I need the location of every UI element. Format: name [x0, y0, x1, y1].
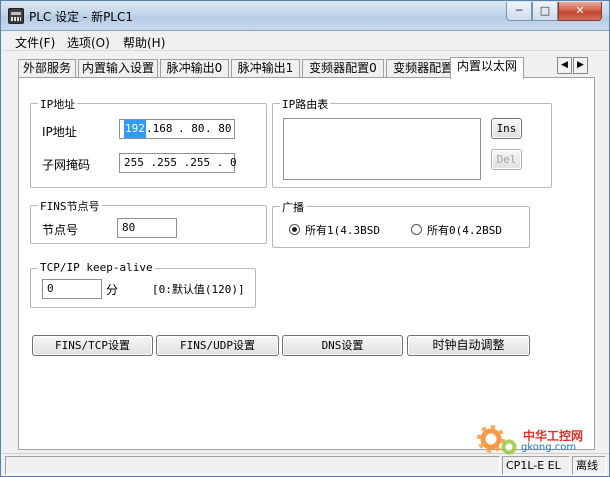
ip-route-list[interactable] [283, 118, 481, 180]
ip-address-field[interactable]: 192 .168 . 80 . 80 [119, 119, 235, 139]
route-delete-button[interactable]: Del [491, 149, 522, 170]
broadcast-all1-radio[interactable] [289, 224, 300, 235]
keepalive-hint: [0:默认值(120)] [152, 283, 245, 296]
menu-options[interactable]: 选项(O) [67, 34, 110, 51]
maximize-button[interactable]: □ [532, 2, 558, 21]
broadcast-all0-label[interactable]: 所有0(4.2BSD [427, 222, 502, 238]
ip-octet-3[interactable]: . 80 [178, 120, 205, 138]
ip-octet-4[interactable]: . 80 [205, 120, 232, 138]
tab-scroll-right-icon[interactable]: ▶ [573, 57, 588, 74]
watermark-domain: gkong.com [521, 442, 577, 453]
tab-scroll-left-icon[interactable]: ◀ [557, 57, 572, 74]
close-button[interactable]: ✕ [558, 2, 602, 21]
dns-settings-button[interactable]: DNS设置 [282, 335, 403, 356]
keepalive-field[interactable]: 0 [42, 279, 102, 299]
fins-node-group: FINS节点号 节点号 80 [30, 198, 267, 244]
broadcast-group-title: 广播 [280, 199, 306, 215]
fins-node-group-title: FINS节点号 [38, 198, 102, 214]
tab-strip: 外部服务 内置输入设置 脉冲输出0 脉冲输出1 变频器配置0 变频器配置1 内置… [18, 57, 593, 79]
keepalive-group-title: TCP/IP keep-alive [38, 261, 155, 274]
status-message-area [5, 456, 500, 475]
keepalive-unit-label: 分 [106, 283, 119, 297]
fins-udp-settings-button[interactable]: FINS/UDP设置 [156, 335, 279, 356]
tab-builtin-ethernet[interactable]: 内置以太网 [450, 57, 524, 79]
plc-settings-window: PLC 设定 - 新PLC1 ─ □ ✕ 文件(F) 选项(O) 帮助(H) 外… [0, 0, 610, 477]
fins-tcp-settings-button[interactable]: FINS/TCP设置 [32, 335, 153, 356]
tab-builtin-input[interactable]: 内置输入设置 [78, 59, 158, 78]
watermark-logo: 中华工控网 gkong.com [477, 419, 587, 459]
plc-app-icon [8, 8, 24, 24]
ip-address-group: IP地址 IP地址 192 .168 . 80 . 80 子网掩码 255 .2… [30, 96, 267, 188]
menu-file[interactable]: 文件(F) [15, 34, 55, 51]
subnet-mask-label: 子网掩码 [42, 158, 91, 172]
ip-octet-1[interactable]: 192 [124, 120, 146, 138]
ethernet-tab-panel: IP地址 IP地址 192 .168 . 80 . 80 子网掩码 255 .2… [18, 77, 595, 450]
keepalive-group: TCP/IP keep-alive 0 分 [0:默认值(120)] [30, 261, 256, 308]
clock-auto-adjust-button[interactable]: 时钟自动调整 [407, 335, 530, 356]
menu-bar: 文件(F) 选项(O) 帮助(H) [2, 32, 608, 51]
tab-inverter-config-0[interactable]: 变频器配置0 [302, 59, 384, 78]
ip-address-label: IP地址 [42, 125, 77, 139]
tab-pulse-output-0[interactable]: 脉冲输出0 [160, 59, 229, 78]
broadcast-group: 广播 所有1(4.3BSD 所有0(4.2BSD [272, 199, 530, 248]
menu-help[interactable]: 帮助(H) [123, 34, 165, 51]
node-number-field[interactable]: 80 [117, 218, 177, 238]
ip-route-table-title: IP路由表 [280, 96, 331, 112]
route-insert-button[interactable]: Ins [491, 118, 522, 139]
subnet-mask-field[interactable]: 255 .255 .255 . 0 [119, 153, 237, 173]
small-gear-icon [499, 437, 519, 457]
ip-octet-2[interactable]: .168 [146, 120, 173, 138]
tab-pulse-output-1[interactable]: 脉冲输出1 [231, 59, 300, 78]
node-number-label: 节点号 [42, 223, 79, 237]
broadcast-all0-radio[interactable] [411, 224, 422, 235]
ip-route-table-group: IP路由表 Ins Del [272, 96, 552, 188]
window-title: PLC 设定 - 新PLC1 [29, 10, 134, 24]
broadcast-all1-label[interactable]: 所有1(4.3BSD [305, 222, 380, 238]
ip-address-group-title: IP地址 [38, 96, 78, 112]
tab-external-service[interactable]: 外部服务 [18, 59, 76, 78]
title-bar[interactable]: PLC 设定 - 新PLC1 ─ □ ✕ [1, 1, 609, 31]
minimize-button[interactable]: ─ [506, 2, 532, 21]
